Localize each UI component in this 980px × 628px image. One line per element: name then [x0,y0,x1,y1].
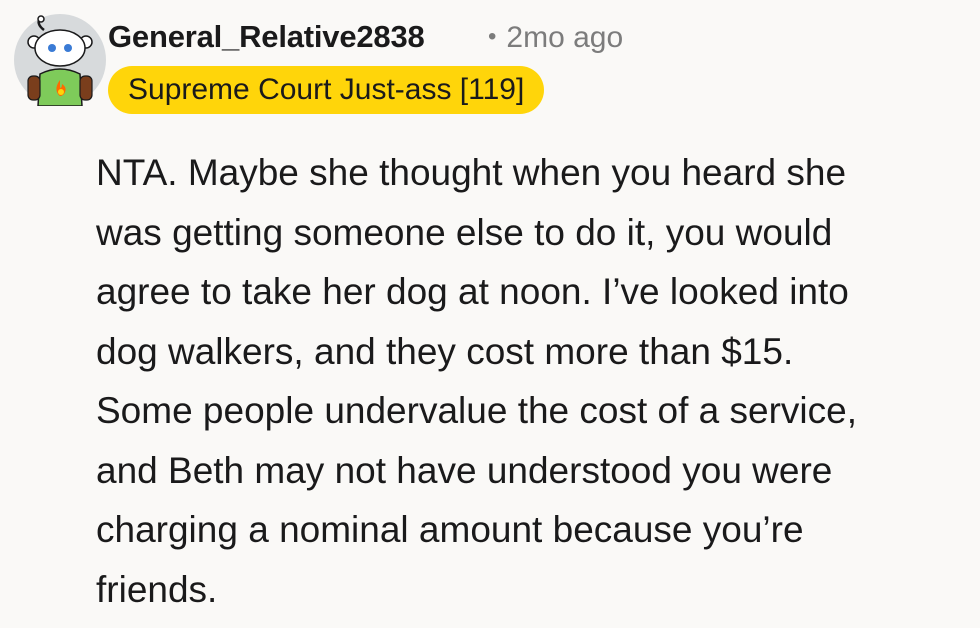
comment: General_Relative2838 • 2mo ago Supreme Co… [0,0,980,628]
snoo-avatar-icon [14,14,106,106]
username-link[interactable]: General_Relative2838 [108,17,425,57]
comment-meta: • 2mo ago [488,17,623,58]
comment-body: NTA. Maybe she thought when you heard sh… [96,152,858,610]
user-avatar[interactable] [14,14,106,106]
meta-separator: • [488,23,497,50]
user-flair-badge: Supreme Court Just-ass [119] [108,66,545,114]
timestamp[interactable]: 2mo ago [506,21,623,54]
